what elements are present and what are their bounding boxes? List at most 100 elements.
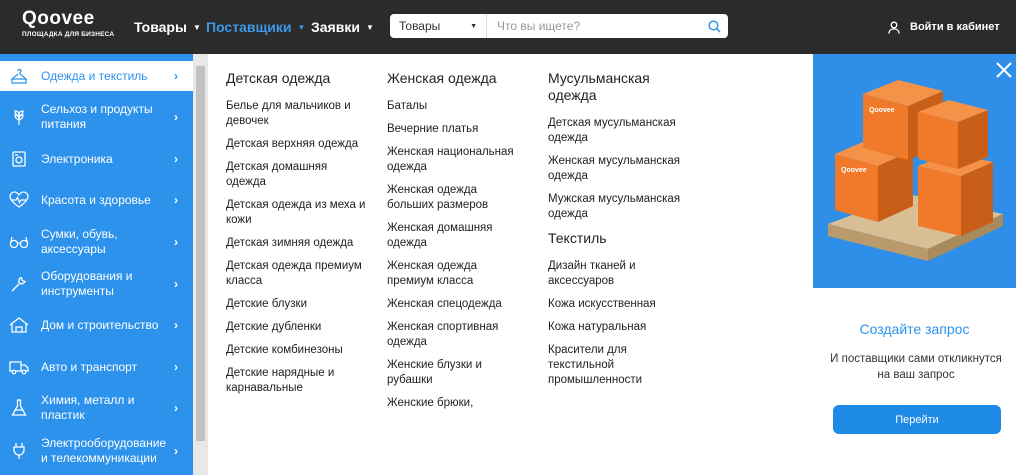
menu-link[interactable]: Детская одежда из меха и кожи	[226, 198, 366, 228]
chevron-right-icon: ›	[174, 234, 178, 249]
nav-suppliers-label: Поставщики	[206, 19, 292, 35]
menu-link[interactable]: Женская национальная одежда	[387, 145, 527, 175]
chevron-right-icon: ›	[174, 192, 178, 207]
chevron-right-icon: ›	[174, 151, 178, 166]
nav-suppliers[interactable]: Поставщики ▼	[206, 0, 305, 54]
menu-link[interactable]: Вечерние платья	[387, 122, 527, 137]
sidebar-item-label: Сельхоз и продукты питания	[41, 102, 153, 131]
caret-down-icon: ▼	[297, 22, 306, 32]
sidebar-item-bags[interactable]: Сумки, обувь, аксессуары ›	[0, 226, 193, 258]
sidebar-item-label: Сумки, обувь, аксессуары	[41, 227, 118, 256]
sidebar-item-label: Электроника	[41, 151, 113, 166]
sidebar-item-label: Одежда и текстиль	[41, 68, 148, 83]
sidebar-item-label: Красота и здоровье	[41, 192, 151, 207]
sidebar-item-clothing[interactable]: Одежда и текстиль ›	[0, 61, 193, 91]
chevron-right-icon: ›	[174, 68, 178, 83]
sidebar-item-agro[interactable]: Сельхоз и продукты питания ›	[0, 101, 193, 133]
menu-column-women: Женская одежда Баталы Вечерние платья Же…	[387, 70, 527, 419]
nav-requests-label: Заявки	[311, 19, 360, 35]
menu-link[interactable]: Детские нарядные и карнавальные	[226, 366, 366, 396]
heart-pulse-icon	[9, 190, 29, 210]
sidebar-item-label: Оборудования и инструменты	[41, 269, 133, 298]
menu-link[interactable]: Детская домашняя одежда	[226, 160, 366, 190]
sidebar-item-label: Химия, металл и пластик	[41, 393, 135, 422]
wheat-icon	[9, 107, 29, 127]
menu-link[interactable]: Кожа искусственная	[548, 297, 688, 312]
nav-products[interactable]: Товары ▼	[134, 0, 201, 54]
menu-link[interactable]: Женская одежда премиум класса	[387, 259, 527, 289]
search-category-label: Товары	[399, 19, 441, 33]
menu-link[interactable]: Детские комбинезоны	[226, 343, 366, 358]
box-brand-text: Qoovee	[869, 107, 895, 114]
search-button[interactable]	[700, 14, 728, 38]
menu-link[interactable]: Детская зимняя одежда	[226, 236, 366, 251]
menu-link[interactable]: Женская одежда больших размеров	[387, 183, 527, 213]
promo-text: И поставщики сами откликнутся на ваш зап…	[830, 353, 1002, 381]
chevron-right-icon: ›	[174, 317, 178, 332]
sidebar-item-equipment[interactable]: Оборудования и инструменты ›	[0, 268, 193, 300]
column-heading[interactable]: Детская одежда	[226, 70, 366, 87]
menu-link[interactable]: Женская спортивная одежда	[387, 320, 527, 350]
menu-link[interactable]: Женские блузки и рубашки	[387, 358, 527, 388]
user-icon	[888, 21, 900, 34]
menu-link[interactable]: Женские брюки,	[387, 396, 527, 411]
search-bar: Товары ▼	[390, 14, 728, 38]
menu-link[interactable]: Белье для мальчиков и девочек	[226, 99, 366, 129]
nav-products-label: Товары	[134, 19, 187, 35]
sidebar-item-auto[interactable]: Авто и транспорт ›	[0, 351, 193, 383]
menu-link[interactable]: Детская мусульманская одежда	[548, 116, 688, 146]
sidebar-item-label: Дом и строительство	[41, 317, 159, 332]
logo-tagline: ПЛОЩАДКА ДЛЯ БИЗНЕСА	[22, 31, 115, 38]
column-subheading[interactable]: Текстиль	[548, 230, 688, 247]
login-button[interactable]: Войти в кабинет	[888, 0, 1000, 54]
search-input[interactable]	[487, 15, 700, 37]
menu-link[interactable]: Детские блузки	[226, 297, 366, 312]
column-heading[interactable]: Мусульманская одежда	[548, 70, 688, 104]
promo-image: Qoovee Qoovee	[813, 54, 1016, 288]
sidebar-item-home[interactable]: Дом и строительство ›	[0, 309, 193, 341]
menu-link[interactable]: Женская домашняя одежда	[387, 221, 527, 251]
go-button[interactable]: Перейти	[833, 405, 1001, 434]
menu-link[interactable]: Дизайн тканей и аксессуаров	[548, 259, 688, 289]
sidebar-item-chemistry[interactable]: Химия, металл и пластик ›	[0, 392, 193, 424]
menu-link[interactable]: Баталы	[387, 99, 527, 114]
login-label: Войти в кабинет	[910, 21, 1000, 33]
menu-link[interactable]: Детская верхняя одежда	[226, 137, 366, 152]
logo-text: Qoovee	[22, 8, 95, 29]
menu-link[interactable]: Красители для текстильной промышленности	[548, 343, 688, 388]
menu-link[interactable]: Кожа натуральная	[548, 320, 688, 335]
menu-link[interactable]: Детские дубленки	[226, 320, 366, 335]
sidebar-item-beauty[interactable]: Красота и здоровье ›	[0, 184, 193, 216]
search-icon	[707, 19, 721, 33]
sidebar-item-electrical[interactable]: Электрооборудование и телекоммуникации ›	[0, 435, 193, 467]
chevron-right-icon: ›	[174, 443, 178, 458]
appliance-icon	[9, 149, 29, 169]
promo-title: Создайте запрос	[859, 321, 970, 337]
caret-down-icon: ▼	[365, 22, 374, 32]
chevron-right-icon: ›	[174, 400, 178, 415]
box-brand-text: Qoovee	[841, 167, 867, 174]
plug-icon	[9, 441, 29, 461]
chevron-right-icon: ›	[174, 276, 178, 291]
menu-link[interactable]: Мужская мусульманская одежда	[548, 192, 688, 222]
nav-requests[interactable]: Заявки ▼	[311, 0, 374, 54]
search-category-select[interactable]: Товары ▼	[390, 14, 487, 38]
menu-column-kids: Детская одежда Белье для мальчиков и дев…	[226, 70, 366, 404]
caret-down-icon: ▼	[192, 22, 201, 32]
sidebar-scrollbar[interactable]	[193, 54, 208, 475]
sidebar-item-electronics[interactable]: Электроника ›	[0, 143, 193, 175]
house-icon	[9, 315, 29, 335]
close-icon[interactable]	[994, 60, 1014, 80]
chevron-right-icon: ›	[174, 359, 178, 374]
menu-link[interactable]: Женская мусульманская одежда	[548, 154, 688, 184]
glasses-icon	[9, 232, 29, 252]
column-heading[interactable]: Женская одежда	[387, 70, 527, 87]
sidebar-item-label: Электрооборудование и телекоммуникации	[41, 436, 167, 465]
menu-link[interactable]: Женская спецодежда	[387, 297, 527, 312]
chevron-right-icon: ›	[174, 109, 178, 124]
caret-down-icon: ▼	[470, 22, 477, 30]
scrollbar-thumb[interactable]	[196, 66, 205, 441]
logo[interactable]: Qoovee ПЛОЩАДКА ДЛЯ БИЗНЕСА	[22, 8, 132, 39]
menu-link[interactable]: Детская одежда премиум класса	[226, 259, 366, 289]
menu-column-muslim: Мусульманская одежда Детская мусульманск…	[548, 70, 688, 396]
